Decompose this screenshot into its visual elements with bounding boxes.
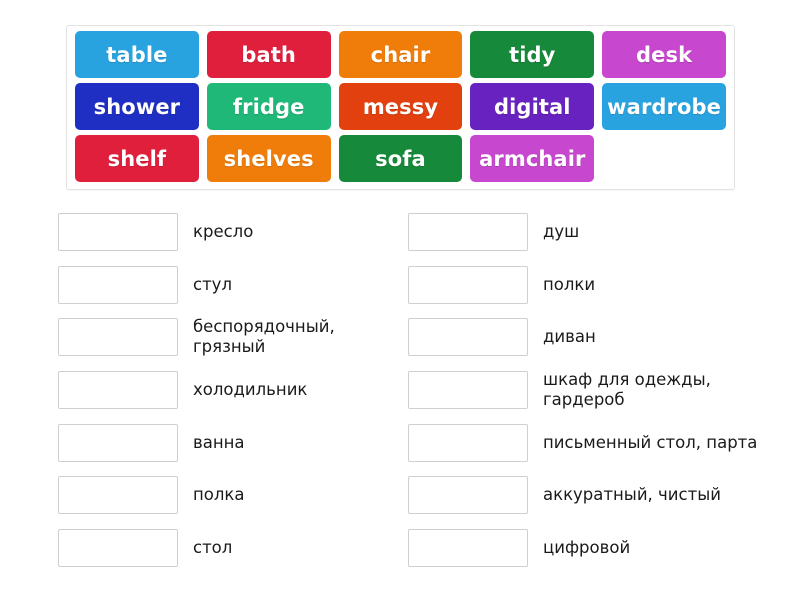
- answer-row: аккуратный, чистый: [408, 469, 758, 522]
- word-tile-wardrobe[interactable]: wardrobe: [602, 83, 726, 130]
- drop-box-kreslo[interactable]: [58, 213, 178, 252]
- word-tile-shelves[interactable]: shelves: [206, 135, 331, 182]
- drop-box-polka[interactable]: [58, 476, 178, 515]
- word-tile-digital[interactable]: digital: [470, 83, 595, 130]
- drop-box-pismennyy-stol[interactable]: [408, 423, 528, 462]
- answer-row: письменный стол, парта: [408, 416, 758, 469]
- answer-column-right: душ полки диван шкаф для одежды, гардеро…: [408, 206, 758, 574]
- drop-box-vanna[interactable]: [58, 423, 178, 462]
- answer-label: стол: [193, 537, 233, 557]
- word-tile-messy[interactable]: messy: [338, 83, 463, 130]
- answer-row: цифровой: [408, 522, 758, 575]
- word-tile-row-3: shelf shelves sofa armchair: [71, 135, 730, 186]
- drop-box-besporyadochnyy[interactable]: [58, 318, 178, 357]
- answer-label: диван: [543, 327, 596, 347]
- drop-box-polki[interactable]: [408, 265, 528, 304]
- word-tile-sofa[interactable]: sofa: [338, 135, 463, 182]
- answer-row: холодильник: [58, 364, 408, 417]
- answer-area: кресло стул беспорядочный, грязный холод…: [58, 206, 758, 574]
- answer-row: шкаф для одежды, гардероб: [408, 364, 758, 417]
- word-tile-empty-slot: [602, 135, 726, 182]
- answer-row: диван: [408, 311, 758, 364]
- drop-box-stul[interactable]: [58, 265, 178, 304]
- word-tile-armchair[interactable]: armchair: [470, 135, 595, 182]
- word-tile-tidy[interactable]: tidy: [470, 31, 595, 78]
- answer-row: полка: [58, 469, 408, 522]
- word-tile-shelf[interactable]: shelf: [75, 135, 199, 182]
- drop-box-dush[interactable]: [408, 213, 528, 252]
- answer-label: полки: [543, 274, 596, 294]
- matching-exercise-page: table bath chair tidy desk shower fridge…: [0, 0, 800, 600]
- answer-label: ванна: [193, 432, 245, 452]
- answer-label: стул: [193, 274, 232, 294]
- word-tile-bath[interactable]: bath: [206, 31, 331, 78]
- answer-label: кресло: [193, 222, 254, 242]
- drop-box-shkaf[interactable]: [408, 371, 528, 410]
- drop-box-akkuratnyy[interactable]: [408, 476, 528, 515]
- answer-row: ванна: [58, 416, 408, 469]
- answer-label: полка: [193, 485, 245, 505]
- drop-box-divan[interactable]: [408, 318, 528, 357]
- answer-label: душ: [543, 222, 580, 242]
- drop-box-tsifrovoy[interactable]: [408, 528, 528, 567]
- answer-row: полки: [408, 259, 758, 312]
- word-tile-pool: table bath chair tidy desk shower fridge…: [66, 25, 735, 190]
- drop-box-kholodilnik[interactable]: [58, 371, 178, 410]
- answer-label: шкаф для одежды, гардероб: [543, 369, 711, 410]
- answer-label: цифровой: [543, 537, 631, 557]
- answer-row: беспорядочный, грязный: [58, 311, 408, 364]
- answer-label: холодильник: [193, 380, 308, 400]
- word-tile-row-1: table bath chair tidy desk: [71, 31, 730, 82]
- word-tile-fridge[interactable]: fridge: [206, 83, 331, 130]
- answer-row: душ: [408, 206, 758, 259]
- answer-label: письменный стол, парта: [543, 432, 758, 452]
- drop-box-stol[interactable]: [58, 528, 178, 567]
- word-tile-row-2: shower fridge messy digital wardrobe: [71, 83, 730, 134]
- answer-column-left: кресло стул беспорядочный, грязный холод…: [58, 206, 408, 574]
- word-tile-table[interactable]: table: [75, 31, 199, 78]
- answer-label: беспорядочный, грязный: [193, 317, 335, 357]
- word-tile-shower[interactable]: shower: [75, 83, 199, 130]
- answer-row: стол: [58, 522, 408, 575]
- answer-row: стул: [58, 259, 408, 312]
- word-tile-chair[interactable]: chair: [338, 31, 463, 78]
- answer-row: кресло: [58, 206, 408, 259]
- word-tile-desk[interactable]: desk: [602, 31, 726, 78]
- answer-label: аккуратный, чистый: [543, 485, 721, 505]
